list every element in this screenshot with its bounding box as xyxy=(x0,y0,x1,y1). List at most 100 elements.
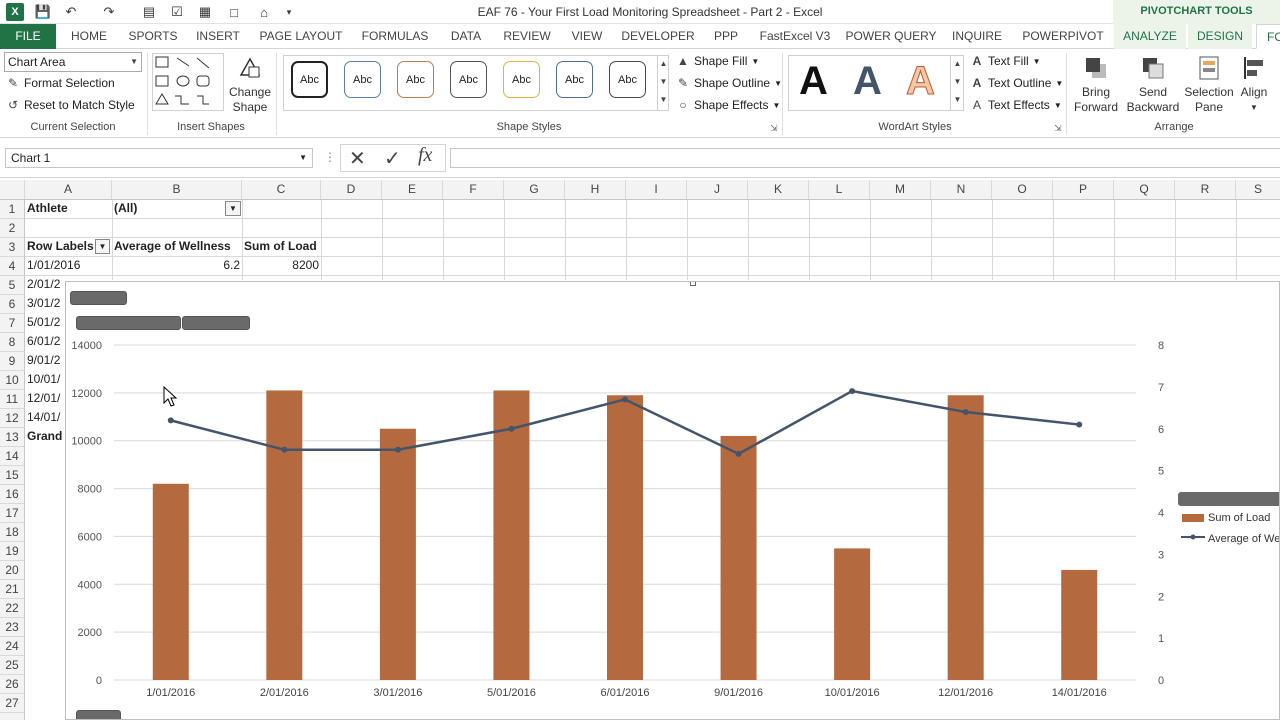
column-header[interactable]: N xyxy=(931,180,992,199)
column-header[interactable]: C xyxy=(242,180,321,199)
row-header[interactable]: 6 xyxy=(0,295,24,314)
pivot-filter-value[interactable]: (All) xyxy=(114,199,137,218)
tab-sports[interactable]: SPORTS xyxy=(122,24,184,49)
name-box[interactable]: Chart 1 ▼ xyxy=(5,148,313,168)
reset-to-match-style-button[interactable]: ↺ Reset to Match Style xyxy=(6,98,135,112)
tab-review[interactable]: REVIEW xyxy=(496,24,558,49)
send-backward-button[interactable]: Send Backward xyxy=(1124,55,1182,115)
row-header[interactable]: 17 xyxy=(0,504,24,523)
row-header[interactable]: 13 xyxy=(0,428,24,447)
align-button[interactable]: Align ▼ xyxy=(1236,55,1272,115)
column-header[interactable]: O xyxy=(992,180,1053,199)
tab-fastexcel[interactable]: FastExcel V3 xyxy=(752,24,838,49)
shape-style-swatch[interactable]: Abc xyxy=(503,61,540,98)
gallery-scroll[interactable]: ▲ ▼ ▼ xyxy=(950,55,964,111)
tab-developer[interactable]: DEVELOPER xyxy=(616,24,700,49)
wordart-style-swatch[interactable]: A xyxy=(853,59,882,104)
shape-style-swatch[interactable]: Abc xyxy=(609,61,646,98)
column-header[interactable]: G xyxy=(504,180,565,199)
redo-icon[interactable]: ↷ xyxy=(100,3,118,21)
row-header[interactable]: 21 xyxy=(0,580,24,599)
tab-home[interactable]: HOME xyxy=(60,24,118,49)
insert-function-icon[interactable]: fx xyxy=(418,144,432,167)
tab-ppp[interactable]: PPP xyxy=(706,24,746,49)
column-header[interactable]: Q xyxy=(1114,180,1175,199)
tab-file[interactable]: FILE xyxy=(0,24,56,49)
select-all-corner[interactable] xyxy=(0,180,25,199)
table-icon[interactable]: ▦ xyxy=(196,3,214,21)
pivot-chart[interactable]: 0 2000 4000 6000 8000 10000 12000 14000 0 1 2 3 4 5 6 7… xyxy=(65,281,1280,720)
row-header[interactable]: 15 xyxy=(0,466,24,485)
row-header[interactable]: 25 xyxy=(0,656,24,675)
column-header[interactable]: J xyxy=(687,180,748,199)
dialog-launcher-icon[interactable]: ⇲ xyxy=(770,123,778,134)
bring-forward-button[interactable]: Bring Forward xyxy=(1070,55,1122,115)
column-header[interactable]: A xyxy=(25,180,112,199)
row-header[interactable]: 27 xyxy=(0,694,24,713)
undo-icon[interactable]: ↶ xyxy=(62,3,80,21)
text-outline-button[interactable]: A Text Outline ▼ xyxy=(970,76,1064,90)
cancel-icon[interactable]: ✕ xyxy=(349,146,366,171)
shape-style-swatch[interactable]: Abc xyxy=(450,61,487,98)
shape-outline-button[interactable]: ✎ Shape Outline ▼ xyxy=(676,76,782,90)
row-header[interactable]: 23 xyxy=(0,618,24,637)
shape-style-swatch[interactable]: Abc xyxy=(397,61,434,98)
row-header[interactable]: 1 xyxy=(0,200,24,219)
row-header[interactable]: 19 xyxy=(0,542,24,561)
tab-page-layout[interactable]: PAGE LAYOUT xyxy=(254,24,348,49)
tab-view[interactable]: VIEW xyxy=(564,24,610,49)
formula-input[interactable] xyxy=(450,148,1280,168)
format-selection-button[interactable]: ✎ Format Selection xyxy=(6,76,115,90)
column-header[interactable]: H xyxy=(565,180,626,199)
gallery-scroll[interactable]: ▲ ▼ ▼ xyxy=(657,55,669,111)
save-icon[interactable]: 💾 xyxy=(34,3,52,21)
row-header[interactable]: 10 xyxy=(0,371,24,390)
clipboard-icon[interactable]: ▤ xyxy=(140,3,158,21)
home-icon[interactable]: ⌂ xyxy=(255,3,273,21)
row-header[interactable]: 7 xyxy=(0,314,24,333)
row-header[interactable]: 4 xyxy=(0,257,24,276)
legend-field-button[interactable] xyxy=(1178,492,1279,506)
customize-qat-icon[interactable]: ▾ xyxy=(280,3,298,21)
tab-data[interactable]: DATA xyxy=(442,24,490,49)
column-header[interactable]: P xyxy=(1053,180,1114,199)
column-header[interactable]: S xyxy=(1236,180,1280,199)
tab-format[interactable]: FO xyxy=(1256,24,1280,49)
shape-effects-button[interactable]: ○ Shape Effects ▼ xyxy=(676,98,780,112)
shape-style-swatch[interactable]: Abc xyxy=(556,61,593,98)
column-header[interactable]: B xyxy=(112,180,242,199)
shape-style-swatch[interactable]: Abc xyxy=(344,61,381,98)
wordart-style-swatch[interactable]: A xyxy=(799,59,828,104)
row-header[interactable]: 26 xyxy=(0,675,24,694)
dialog-launcher-icon[interactable]: ⇲ xyxy=(1054,123,1062,134)
chart-elements-dropdown[interactable]: Chart Area ▼ xyxy=(4,52,142,72)
row-header[interactable]: 9 xyxy=(0,352,24,371)
enter-check-icon[interactable]: ✓ xyxy=(384,146,401,171)
borders-icon[interactable]: □ xyxy=(225,3,243,21)
tab-powerpivot[interactable]: POWERPIVOT xyxy=(1016,24,1110,49)
row-header[interactable]: 18 xyxy=(0,523,24,542)
row-filter-dropdown-icon[interactable]: ▼ xyxy=(95,239,110,254)
row-header[interactable]: 11 xyxy=(0,390,24,409)
text-fill-button[interactable]: A Text Fill ▼ xyxy=(970,54,1041,68)
row-header[interactable]: 20 xyxy=(0,561,24,580)
column-header[interactable]: I xyxy=(626,180,687,199)
row-header[interactable]: 14 xyxy=(0,447,24,466)
row-header[interactable]: 24 xyxy=(0,637,24,656)
column-header[interactable]: M xyxy=(870,180,931,199)
row-header[interactable]: 5 xyxy=(0,276,24,295)
column-header[interactable]: K xyxy=(748,180,809,199)
row-header[interactable]: 12 xyxy=(0,409,24,428)
tab-formulas[interactable]: FORMULAS xyxy=(354,24,436,49)
column-header[interactable]: R xyxy=(1175,180,1236,199)
row-header[interactable]: 2 xyxy=(0,219,24,238)
row-header[interactable]: 22 xyxy=(0,599,24,618)
row-header[interactable]: 3 xyxy=(0,238,24,257)
tab-inquire[interactable]: INQUIRE xyxy=(944,24,1010,49)
check-icon[interactable]: ☑ xyxy=(168,3,186,21)
text-effects-button[interactable]: A Text Effects ▼ xyxy=(970,98,1062,112)
column-header[interactable]: E xyxy=(382,180,443,199)
tab-analyze[interactable]: ANALYZE xyxy=(1114,24,1186,49)
wordart-style-swatch[interactable]: A xyxy=(906,59,936,104)
column-header[interactable]: D xyxy=(321,180,382,199)
